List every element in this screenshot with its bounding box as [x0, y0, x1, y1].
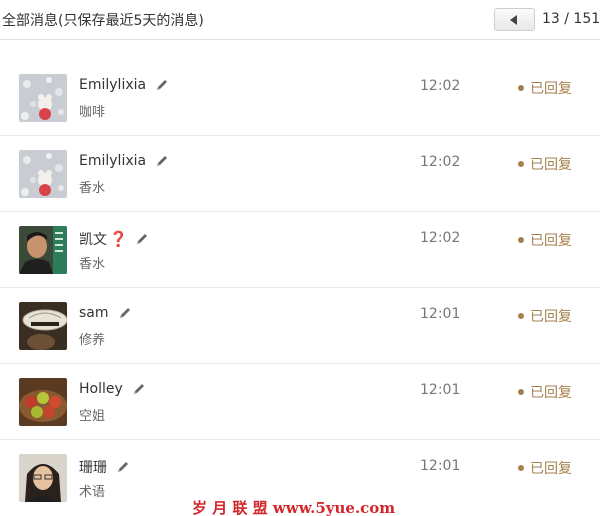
message-preview: 香水	[79, 181, 106, 196]
dot-icon	[518, 465, 524, 471]
pencil-icon[interactable]	[115, 459, 131, 475]
contact-name[interactable]: 珊珊	[79, 457, 107, 477]
page-indicator: 13 / 151	[542, 11, 600, 27]
message-preview: 空姐	[79, 409, 106, 424]
chevron-left-icon	[510, 15, 517, 25]
message-time: 12:02	[420, 154, 461, 170]
watermark: 岁 月 联 盟 www.5yue.com	[192, 499, 396, 516]
dot-icon	[518, 85, 524, 91]
message-preview: 修养	[79, 333, 106, 348]
dot-icon	[518, 237, 524, 243]
status-badge: 已回复	[518, 230, 572, 250]
contact-name[interactable]: sam	[79, 305, 109, 321]
status-badge: 已回复	[518, 78, 572, 98]
question-mark-icon: ❓	[109, 230, 128, 248]
message-time: 12:02	[420, 78, 461, 94]
list-item[interactable]: sam 修养 12:01 已回复	[0, 288, 600, 364]
page-title: 全部消息(只保存最近5天的消息)	[2, 13, 204, 29]
list-item[interactable]: Emilylixia 咖啡 12:02 已回复	[0, 60, 600, 136]
avatar[interactable]	[19, 378, 67, 426]
status-badge: 已回复	[518, 154, 572, 174]
message-preview: 咖啡	[79, 105, 106, 120]
contact-name[interactable]: Emilylixia	[79, 153, 146, 169]
avatar[interactable]	[19, 150, 67, 198]
pencil-icon[interactable]	[154, 153, 170, 169]
pencil-icon[interactable]	[134, 231, 150, 247]
dot-icon	[518, 313, 524, 319]
avatar[interactable]	[19, 74, 67, 122]
message-time: 12:01	[420, 382, 461, 398]
list-item[interactable]: 凯文 ❓ 香水 12:02 已回复	[0, 212, 600, 288]
contact-name[interactable]: 凯文	[79, 229, 107, 249]
message-list: Emilylixia 咖啡 12:02 已回复 Emilylixia 香水 12…	[0, 60, 600, 516]
avatar[interactable]	[19, 226, 67, 274]
pencil-icon[interactable]	[117, 305, 133, 321]
status-badge: 已回复	[518, 382, 572, 402]
dot-icon	[518, 161, 524, 167]
message-time: 12:02	[420, 230, 461, 246]
message-time: 12:01	[420, 306, 461, 322]
pencil-icon[interactable]	[154, 77, 170, 93]
prev-page-button[interactable]	[494, 8, 535, 31]
avatar[interactable]	[19, 454, 67, 502]
dot-icon	[518, 389, 524, 395]
contact-name[interactable]: Emilylixia	[79, 77, 146, 93]
message-time: 12:01	[420, 458, 461, 474]
list-item[interactable]: Emilylixia 香水 12:02 已回复	[0, 136, 600, 212]
contact-name[interactable]: Holley	[79, 381, 123, 397]
list-item[interactable]: Holley 空姐 12:01 已回复	[0, 364, 600, 440]
status-badge: 已回复	[518, 306, 572, 326]
status-badge: 已回复	[518, 458, 572, 478]
message-preview: 术语	[79, 485, 106, 500]
pencil-icon[interactable]	[131, 381, 147, 397]
message-preview: 香水	[79, 257, 106, 272]
header-bar: 全部消息(只保存最近5天的消息) 13 / 151	[0, 0, 600, 40]
avatar[interactable]	[19, 302, 67, 350]
